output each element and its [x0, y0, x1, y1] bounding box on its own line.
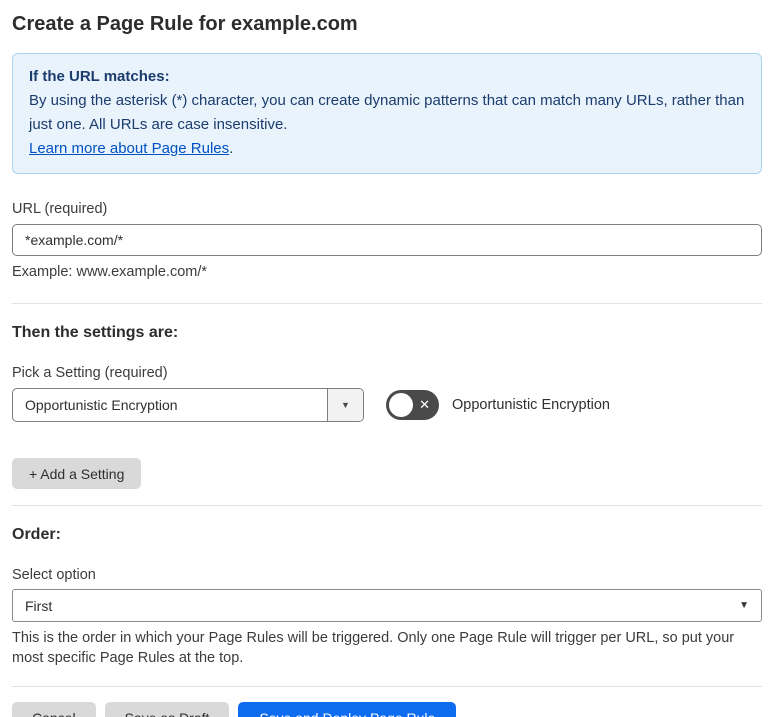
toggle-off-x-icon: ✕	[419, 397, 430, 413]
cancel-button[interactable]: Cancel	[12, 702, 96, 717]
add-setting-button[interactable]: + Add a Setting	[12, 458, 142, 489]
url-input[interactable]	[12, 224, 762, 256]
toggle-knob	[389, 393, 413, 417]
divider	[12, 303, 762, 304]
learn-more-link[interactable]: Learn more about Page Rules	[29, 140, 229, 157]
order-select-label: Select option	[12, 567, 96, 583]
create-page-rule-form: Create a Page Rule for example.com If th…	[0, 13, 775, 717]
order-dropdown-value: First	[25, 597, 53, 614]
url-example-helper: Example: www.example.com/*	[12, 264, 208, 280]
toggle-label: Opportunistic Encryption	[452, 397, 610, 413]
settings-section-heading: Then the settings are:	[12, 324, 179, 341]
footer-buttons: Cancel Save as Draft Save and Deploy Pag…	[12, 702, 762, 717]
url-match-info-box: If the URL matches: By using the asteris…	[12, 53, 762, 174]
setting-row: Opportunistic Encryption ▼ ✕ Opportunist…	[12, 388, 762, 422]
order-helper-text: This is the order in which your Page Rul…	[12, 630, 735, 666]
info-box-link-line: Learn more about Page Rules.	[29, 137, 745, 161]
info-box-heading: If the URL matches:	[29, 68, 170, 85]
page-title: Create a Page Rule for example.com	[12, 13, 358, 35]
setting-dropdown[interactable]: Opportunistic Encryption ▼	[12, 388, 364, 422]
url-label: URL (required)	[12, 201, 108, 217]
order-section-heading: Order:	[12, 526, 61, 543]
divider	[12, 686, 762, 687]
info-box-body: By using the asterisk (*) character, you…	[29, 92, 745, 133]
chevron-down-icon: ▼	[327, 389, 363, 421]
divider	[12, 505, 762, 506]
save-as-draft-button[interactable]: Save as Draft	[104, 702, 230, 717]
opportunistic-encryption-toggle[interactable]: ✕	[386, 390, 439, 420]
link-suffix: .	[229, 140, 234, 157]
pick-setting-label: Pick a Setting (required)	[12, 365, 168, 381]
chevron-down-icon: ▼	[739, 600, 749, 611]
setting-dropdown-value: Opportunistic Encryption	[25, 397, 178, 413]
save-and-deploy-button[interactable]: Save and Deploy Page Rule	[238, 702, 457, 717]
order-dropdown[interactable]: First ▼	[12, 589, 762, 622]
